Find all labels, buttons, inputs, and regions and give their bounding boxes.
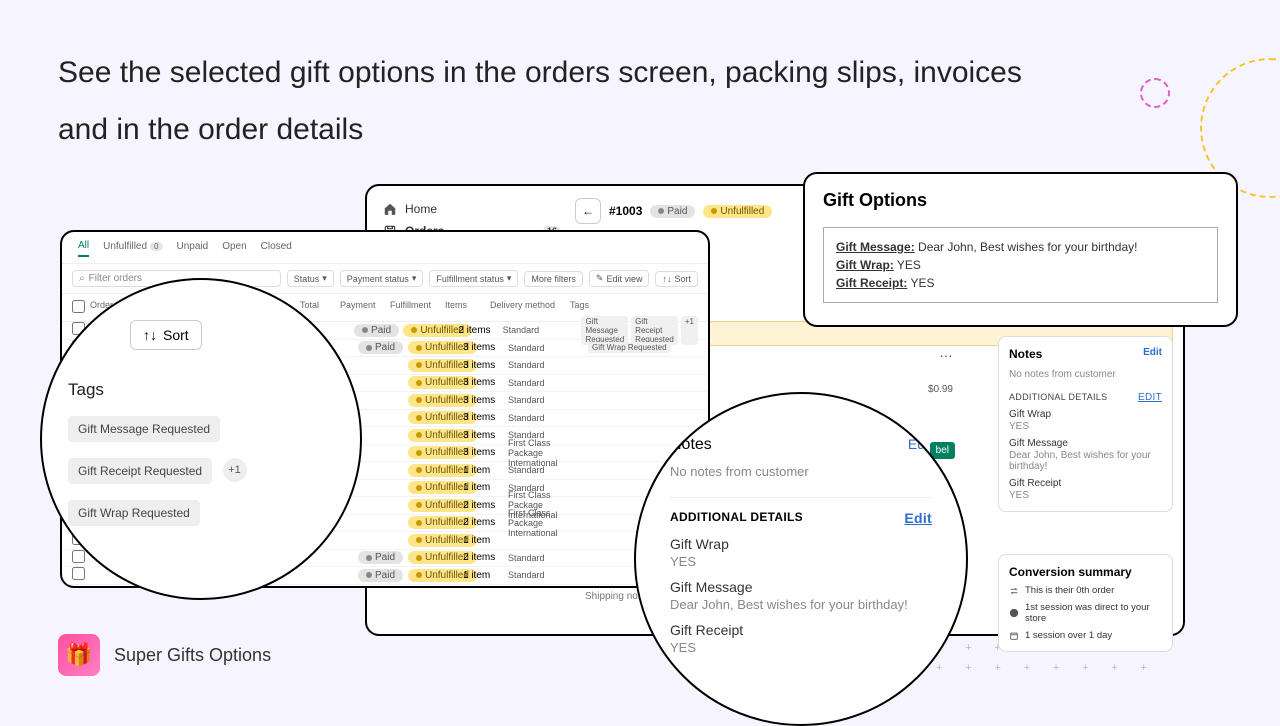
col-items: Items bbox=[445, 300, 490, 315]
filter-fulfillment-status[interactable]: Fulfillment status▾ bbox=[429, 270, 518, 287]
filter-status[interactable]: Status▾ bbox=[287, 270, 334, 287]
sort-icon: ↑↓ bbox=[143, 327, 157, 343]
tab-unpaid[interactable]: Unpaid bbox=[177, 240, 209, 257]
calendar-icon bbox=[1009, 631, 1019, 641]
select-all-checkbox[interactable] bbox=[72, 300, 85, 313]
search-icon: ⌕ bbox=[79, 273, 85, 284]
detail-value: Dear John, Best wishes for your birthday… bbox=[1009, 450, 1162, 472]
edit-link[interactable]: Edit bbox=[1138, 392, 1162, 403]
detail-value: YES bbox=[670, 640, 932, 655]
gift-options-popup: Gift Options Gift Message: Dear John, Be… bbox=[803, 172, 1238, 327]
notes-empty: No notes from customer bbox=[1009, 369, 1162, 380]
section-header: ADDITIONAL DETAILS bbox=[670, 510, 803, 526]
decorative-circle-pink bbox=[1140, 78, 1170, 108]
detail-label: Gift Wrap bbox=[1009, 409, 1162, 420]
edit-view-button[interactable]: ✎ Edit view bbox=[589, 270, 650, 287]
col-delivery: Delivery method bbox=[490, 300, 570, 315]
more-filters-button[interactable]: More filters bbox=[524, 271, 583, 287]
detail-value: YES bbox=[1009, 490, 1162, 501]
headline: See the selected gift options in the ord… bbox=[58, 44, 1078, 158]
more-menu[interactable]: … bbox=[939, 344, 953, 360]
app-icon: 🎁 bbox=[58, 634, 100, 676]
section-header: ADDITIONAL DETAILS bbox=[1009, 392, 1107, 403]
tags-heading: Tags bbox=[68, 380, 334, 400]
gift-msg-label: Gift Message: bbox=[836, 240, 915, 254]
gift-wrap-label: Gift Wrap: bbox=[836, 258, 894, 272]
tag-chip[interactable]: Gift Receipt Requested bbox=[68, 458, 212, 484]
col-tags: Tags bbox=[570, 300, 698, 315]
tags-magnifier: ↑↓Sort Tags Gift Message Requested Gift … bbox=[40, 278, 362, 600]
more-tags-indicator[interactable]: +1 bbox=[223, 458, 247, 482]
tab-unfulfilled[interactable]: Unfulfilled0 bbox=[103, 240, 162, 257]
repeat-icon bbox=[1009, 586, 1019, 596]
conversion-title: Conversion summary bbox=[1009, 565, 1162, 579]
arrow-left-icon: ← bbox=[582, 204, 594, 218]
conversion-card: Conversion summary This is their 0th ord… bbox=[998, 554, 1173, 652]
detail-label: Gift Receipt bbox=[670, 622, 932, 638]
tab-open[interactable]: Open bbox=[222, 240, 246, 257]
detail-value: YES bbox=[670, 554, 932, 569]
gift-receipt-label: Gift Receipt: bbox=[836, 276, 907, 290]
detail-label: Gift Receipt bbox=[1009, 478, 1162, 489]
app-brand: 🎁 Super Gifts Options bbox=[58, 634, 271, 676]
tag-chip[interactable]: Gift Wrap Requested bbox=[68, 500, 200, 526]
conv-row: 1 session over 1 day bbox=[1009, 630, 1162, 641]
info-icon bbox=[1009, 608, 1019, 618]
tab-all[interactable]: All bbox=[78, 240, 89, 257]
conv-row: 1st session was direct to your store bbox=[1009, 602, 1162, 624]
detail-label: Gift Message bbox=[670, 579, 932, 595]
tabs: All Unfulfilled0 Unpaid Open Closed bbox=[62, 232, 708, 264]
detail-label: Gift Message bbox=[1009, 438, 1162, 449]
tab-closed[interactable]: Closed bbox=[261, 240, 292, 257]
sort-button[interactable]: ↑↓Sort bbox=[130, 320, 202, 350]
nav-home[interactable]: Home bbox=[377, 198, 567, 220]
notes-card: Notes Edit No notes from customer ADDITIO… bbox=[998, 336, 1173, 512]
notes-magnifier: NotesEdit No notes from customer ADDITIO… bbox=[634, 392, 968, 726]
gift-details-box: Gift Message: Dear John, Best wishes for… bbox=[823, 227, 1218, 303]
line-item-total: $0.99 bbox=[928, 384, 953, 395]
sort-button[interactable]: ↑↓ Sort bbox=[655, 271, 698, 287]
paid-badge: Paid bbox=[650, 205, 695, 218]
home-icon bbox=[383, 202, 397, 216]
detail-label: Gift Wrap bbox=[670, 536, 932, 552]
col-payment: Payment bbox=[340, 300, 390, 315]
gift-msg-value: Dear John, Best wishes for your birthday… bbox=[915, 240, 1138, 254]
edit-link[interactable]: Edit bbox=[1143, 347, 1162, 361]
nav-label: Home bbox=[405, 202, 437, 216]
detail-value: Dear John, Best wishes for your birthday… bbox=[670, 597, 932, 612]
notes-empty: No notes from customer bbox=[670, 464, 932, 479]
col-total: Total bbox=[300, 300, 340, 315]
filter-payment-status[interactable]: Payment status▾ bbox=[340, 270, 424, 287]
gift-wrap-value: YES bbox=[894, 258, 921, 272]
divider bbox=[670, 497, 932, 498]
app-name: Super Gifts Options bbox=[114, 645, 271, 666]
row-checkbox[interactable] bbox=[72, 550, 85, 563]
tag-chip[interactable]: Gift Message Requested bbox=[68, 416, 220, 442]
row-checkbox[interactable] bbox=[72, 567, 85, 580]
conv-row: This is their 0th order bbox=[1009, 585, 1162, 596]
order-number: #1003 bbox=[609, 204, 642, 218]
popup-title: Gift Options bbox=[823, 190, 1218, 211]
back-button[interactable]: ← bbox=[575, 198, 601, 224]
col-fulfillment: Fulfillment bbox=[390, 300, 445, 315]
notes-title: Notes bbox=[1009, 347, 1042, 361]
edit-link[interactable]: Edit bbox=[904, 510, 932, 526]
unfulfilled-badge: Unfulfilled bbox=[703, 205, 772, 218]
gift-receipt-value: YES bbox=[907, 276, 934, 290]
detail-value: YES bbox=[1009, 421, 1162, 432]
